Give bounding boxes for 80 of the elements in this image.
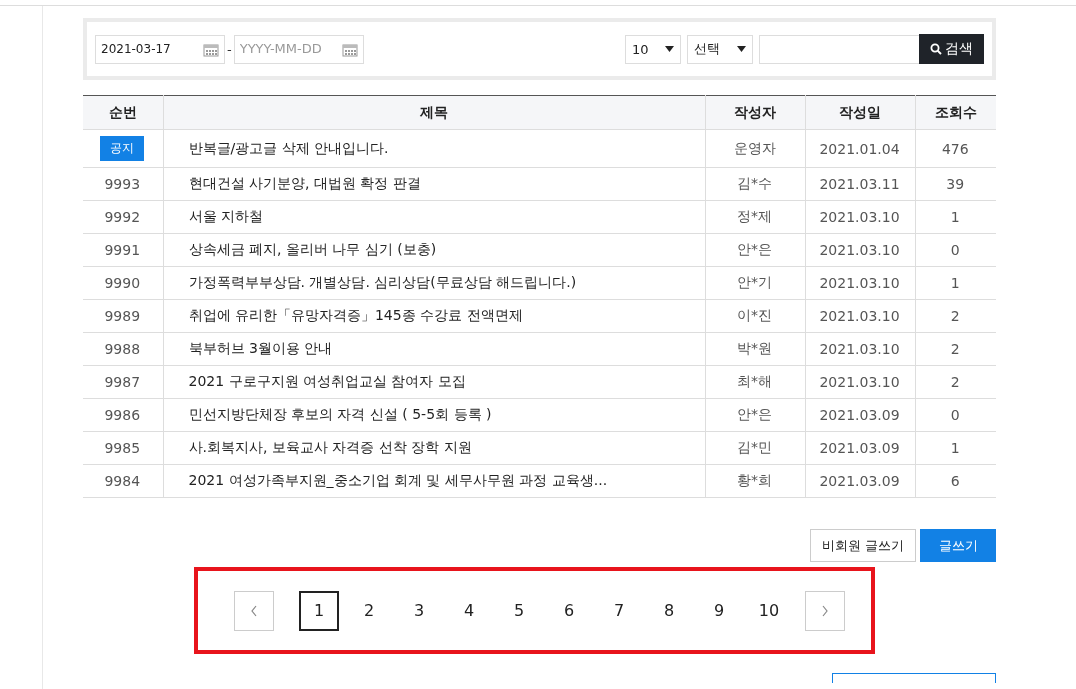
date-separator: -: [227, 41, 232, 57]
post-date: 2021.01.04: [819, 140, 900, 157]
post-title-link[interactable]: 2021 여성가족부지원_중소기업 회계 및 세무사무원 과정 교육생...: [188, 472, 608, 488]
category-select[interactable]: 선택: [687, 34, 753, 64]
caret-icon: [737, 46, 746, 52]
calendar-icon[interactable]: [203, 42, 219, 57]
view-count: 0: [950, 407, 960, 423]
column-header: 작성자: [705, 95, 805, 130]
page-number[interactable]: 1: [299, 590, 339, 631]
post-date: 2021.03.10: [819, 341, 900, 357]
post-date: 2021.03.10: [819, 242, 900, 258]
column-header: 제목: [163, 95, 705, 130]
author-name: 정*제: [737, 208, 772, 224]
view-count: 1: [950, 275, 960, 291]
author-name: 김*수: [737, 175, 772, 191]
view-count: 2: [950, 341, 960, 357]
view-count: 1: [950, 209, 960, 225]
column-header: 순번: [83, 95, 163, 130]
calendar-icon[interactable]: [341, 42, 358, 57]
post-date: 2021.03.11: [819, 176, 900, 192]
post-date: 2021.03.09: [819, 473, 900, 489]
view-count: 1: [950, 440, 960, 456]
view-count: 6: [950, 473, 960, 489]
post-date: 2021.03.09: [819, 440, 900, 456]
view-count: 39: [946, 176, 965, 192]
start-date-field[interactable]: 2021-03-17: [95, 34, 225, 64]
caret-icon: [665, 46, 674, 52]
partial-button[interactable]: [832, 673, 996, 683]
post-title-link[interactable]: 반복글/광고글 삭제 안내입니다.: [188, 139, 389, 156]
post-title-link[interactable]: 사.회복지사, 보육교사 자격증 선착 장학 지원: [188, 439, 472, 455]
search-button[interactable]: 검색: [919, 34, 984, 64]
chevron-right-icon: [821, 604, 829, 617]
author-name: 안*기: [737, 274, 772, 290]
post-date: 2021.03.10: [819, 374, 900, 390]
row-number: 9984: [104, 473, 141, 489]
chevron-left-icon: [250, 604, 258, 617]
row-number: 9988: [104, 341, 141, 357]
author-name: 최*해: [737, 373, 772, 389]
post-date: 2021.03.10: [819, 209, 900, 225]
post-date: 2021.03.09: [819, 407, 900, 423]
previous-page-button[interactable]: [234, 590, 274, 631]
notice-badge: 공지: [100, 136, 145, 161]
view-count: 0: [950, 242, 960, 258]
post-title-link[interactable]: 현대건설 사기분양, 대법원 확정 판결: [188, 175, 421, 191]
author-name: 황*희: [737, 472, 772, 488]
end-date-field[interactable]: YYYY-MM-DD: [233, 34, 364, 64]
post-title-link[interactable]: 취업에 유리한「유망자격증」145종 수강료 전액면제: [188, 307, 523, 323]
row-number: 9991: [104, 242, 141, 258]
post-title-link[interactable]: 북부허브 3월이용 안내: [188, 340, 333, 356]
post-date: 2021.03.10: [819, 275, 900, 291]
post-title-link[interactable]: 상속세금 폐지, 올리버 나무 심기 (보충): [188, 241, 437, 257]
post-date: 2021.03.10: [819, 308, 900, 324]
next-page-button[interactable]: [805, 590, 845, 631]
author-name: 안*은: [737, 241, 772, 257]
guest-write-button[interactable]: 비회원 글쓰기: [810, 529, 916, 562]
column-header: 조회수: [915, 95, 996, 130]
post-title-link[interactable]: 민선지방단체장 후보의 자격 신설 ( 5-5회 등록 ): [188, 406, 492, 422]
search-icon: [930, 43, 942, 55]
search-field[interactable]: [759, 34, 919, 64]
view-count: 2: [950, 374, 960, 390]
row-number: 9990: [104, 275, 141, 291]
author-name: 이*진: [737, 307, 772, 323]
author-name: 운영자: [733, 139, 776, 156]
view-count: 2: [950, 308, 960, 324]
post-title-link[interactable]: 2021 구로구지원 여성취업교실 참여자 모집: [188, 373, 466, 389]
row-number: 9989: [104, 308, 141, 324]
write-button[interactable]: 글쓰기: [920, 529, 996, 562]
row-number: 9992: [104, 209, 141, 225]
post-title-link[interactable]: 서울 지하철: [188, 208, 263, 224]
row-number: 9987: [104, 374, 141, 390]
view-count: 476: [941, 140, 969, 157]
column-header: 작성일: [805, 95, 915, 130]
row-number: 9985: [104, 440, 141, 456]
author-name: 김*민: [737, 439, 772, 455]
row-number: 9986: [104, 407, 141, 423]
post-title-link[interactable]: 가정폭력부부상담. 개별상담. 심리상담(무료상담 해드립니다.): [188, 274, 577, 290]
author-name: 박*원: [737, 340, 772, 356]
page-size-select[interactable]: 10: [625, 34, 681, 64]
row-number: 9993: [104, 176, 141, 192]
author-name: 안*은: [737, 406, 772, 422]
